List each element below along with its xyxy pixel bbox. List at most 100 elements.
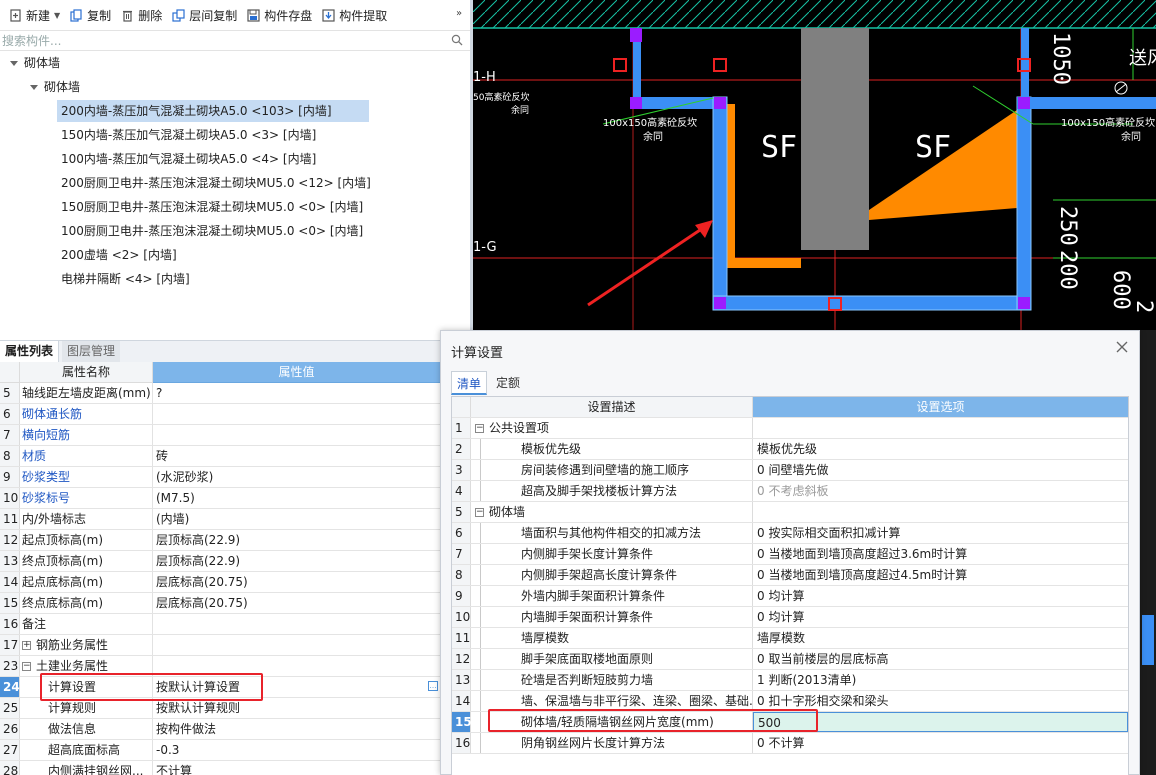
delete-button[interactable]: 删除 xyxy=(116,3,167,27)
cad-text-send: 送风 xyxy=(1129,48,1156,69)
table-row[interactable]: 3 房间装修遇到间壁墙的施工顺序 0 间壁墙先做 xyxy=(452,460,1128,481)
collapse-minus-icon[interactable]: − xyxy=(475,508,484,517)
table-row[interactable]: 26 做法信息 按构件做法 xyxy=(0,719,440,740)
floor-copy-icon xyxy=(172,8,185,22)
table-row[interactable]: 6 墙面积与其他构件相交的扣减方法 0 按实际相交面积扣减计算 xyxy=(452,523,1128,544)
dim-600: 600 xyxy=(1108,270,1133,310)
table-row[interactable]: 16 备注 xyxy=(0,614,440,635)
tree-item[interactable]: 电梯井隔断 <4> [内墙] xyxy=(61,268,190,290)
expand-caret-icon[interactable] xyxy=(10,61,18,66)
table-row[interactable]: 12 脚手架底面取楼地面原则 0 取当前楼层的层底标高 xyxy=(452,649,1128,670)
close-icon[interactable] xyxy=(1115,340,1129,354)
canvas-scrollbar[interactable] xyxy=(1140,330,1156,775)
col-header-value: 属性值 xyxy=(153,362,440,383)
table-row[interactable]: 13 砼墙是否判断短肢剪力墙 1 判断(2013清单) xyxy=(452,670,1128,691)
ellipsis-button-icon[interactable]: … xyxy=(428,681,438,691)
new-label: 新建 xyxy=(26,8,51,23)
tree-item[interactable]: 100厨厕卫电井-蒸压泡沫混凝土砌块MU5.0 <0> [内墙] xyxy=(61,220,363,242)
table-row[interactable]: 27 超高底面标高 -0.3 xyxy=(0,740,440,761)
dim-250: 250 xyxy=(1055,206,1080,246)
table-row[interactable]: 2 模板优先级 模板优先级 xyxy=(452,439,1128,460)
collapse-minus-icon[interactable]: − xyxy=(22,662,31,671)
table-row[interactable]: 12 起点顶标高(m) 层顶标高(22.9) xyxy=(0,530,440,551)
table-row[interactable]: 15 终点底标高(m) 层底标高(20.75) xyxy=(0,593,440,614)
copy-button[interactable]: 复制 xyxy=(65,3,116,27)
table-row[interactable]: 11 墙厚模数 墙厚模数 xyxy=(452,628,1128,649)
table-row[interactable]: 10 砂浆标号 (M7.5) xyxy=(0,488,440,509)
settings-table-header: 设置描述 设置选项 xyxy=(452,397,1128,418)
search-bar xyxy=(0,31,470,51)
extract-component-button[interactable]: 构件提取 xyxy=(317,3,392,27)
save-component-button[interactable]: 构件存盘 xyxy=(242,3,317,27)
app-window: 新建 ▼ 复制 删除 层间复制 构件存盘 构件提取 » 砌体墙 砌体 xyxy=(0,0,1156,775)
tab-layer-manager[interactable]: 图层管理 xyxy=(62,341,121,363)
property-table: 5 轴线距左墙皮距离(mm)? 6 砌体通长筋 7 横向短筋 8 材质砖 9 砂浆类型 (水… xyxy=(0,383,440,775)
search-icon[interactable] xyxy=(451,34,463,46)
red-arrow-icon xyxy=(695,220,713,238)
tab-bill[interactable]: 清单 xyxy=(451,371,488,395)
axis-label-g: 1-G xyxy=(473,240,497,255)
tree-item[interactable]: 150内墙-蒸压加气混凝土砌块A5.0 <3> [内墙] xyxy=(61,124,316,146)
tree-item[interactable]: 200内墙-蒸压加气混凝土砌块A5.0 <103> [内墙] xyxy=(57,100,369,122)
tree-root-masonry-wall[interactable]: 砌体墙 xyxy=(10,52,60,74)
tree-child-masonry-wall[interactable]: 砌体墙 xyxy=(30,76,80,98)
tree-item[interactable]: 100内墙-蒸压加气混凝土砌块A5.0 <4> [内墙] xyxy=(61,148,316,170)
hatch-strip xyxy=(473,0,1156,28)
table-row[interactable]: 4 超高及脚手架找楼板计算方法 0 不考虑斜板 xyxy=(452,481,1128,502)
highlight-box-mesh-width xyxy=(488,709,818,732)
floor-copy-label: 层间复制 xyxy=(189,8,238,23)
table-row[interactable]: 9 外墙内脚手架面积计算条件 0 均计算 xyxy=(452,586,1128,607)
table-row[interactable]: 6 砌体通长筋 xyxy=(0,404,440,425)
table-row[interactable]: 16 阴角钢丝网片长度计算方法 0 不计算 xyxy=(452,733,1128,754)
cad-note-left: 100x150高素砼反坎 余同 xyxy=(603,118,698,143)
tab-quota[interactable]: 定额 xyxy=(491,371,525,395)
dialog-tabs: 清单 定额 xyxy=(451,371,1131,395)
cad-note-top: 50高素砼反坎 余同 xyxy=(473,93,530,116)
table-row[interactable]: 7 横向短筋 xyxy=(0,425,440,446)
table-row[interactable]: 25 计算规则 按默认计算规则 xyxy=(0,698,440,719)
tree-item[interactable]: 150厨厕卫电井-蒸压泡沫混凝土砌块MU5.0 <0> [内墙] xyxy=(61,196,363,218)
col-header-desc: 设置描述 xyxy=(471,397,753,417)
cad-drawing-canvas[interactable]: 1-H 1-G SF SF 50高素砼反坎 余同 100x150高素砼反坎 余同 1… xyxy=(473,0,1156,330)
save-icon xyxy=(247,8,260,22)
table-row[interactable]: 28 内侧满挂钢丝网... 不计算 xyxy=(0,761,440,775)
sf-label-right: SF xyxy=(915,130,952,165)
table-row[interactable]: 5− 砌体墙 xyxy=(452,502,1128,523)
expand-caret-icon[interactable] xyxy=(30,85,38,90)
table-row[interactable]: 14 起点底标高(m) 层底标高(20.75) xyxy=(0,572,440,593)
table-row[interactable]: 7 内侧脚手架长度计算条件 0 当楼地面到墙顶高度超过3.6m时计算 xyxy=(452,544,1128,565)
col-header-name: 属性名称 xyxy=(20,362,153,383)
tree-item[interactable]: 200虚墙 <2> [内墙] xyxy=(61,244,177,266)
expand-plus-icon[interactable]: + xyxy=(22,641,31,650)
table-row[interactable]: 13 终点顶标高(m) 层顶标高(22.9) xyxy=(0,551,440,572)
orange-fill-left xyxy=(727,104,801,268)
dim-2: 2 xyxy=(1131,300,1156,314)
extract-icon xyxy=(322,8,335,22)
table-row[interactable]: 1− 公共设置项 xyxy=(452,418,1128,439)
tab-property-list[interactable]: 属性列表 xyxy=(0,341,60,363)
tree-item[interactable]: 200厨厕卫电井-蒸压泡沫混凝土砌块MU5.0 <12> [内墙] xyxy=(61,172,371,194)
sf-label-left: SF xyxy=(761,130,798,165)
copy-label: 复制 xyxy=(87,8,112,23)
search-input[interactable] xyxy=(0,31,440,50)
extract-label: 构件提取 xyxy=(339,8,388,23)
toolbar-more-icon[interactable]: » xyxy=(456,8,462,19)
table-row[interactable]: 8 内侧脚手架超高长度计算条件 0 当楼地面到墙顶高度超过4.5m时计算 xyxy=(452,565,1128,586)
save-label: 构件存盘 xyxy=(264,8,313,23)
new-dropdown-arrow-icon[interactable]: ▼ xyxy=(54,11,60,20)
dim-1050: 1050 xyxy=(1048,32,1073,85)
floor-copy-button[interactable]: 层间复制 xyxy=(167,3,242,27)
table-row[interactable]: 10 内墙脚手架面积计算条件 0 均计算 xyxy=(452,607,1128,628)
col-header-option: 设置选项 xyxy=(753,397,1128,417)
table-row[interactable]: 17 + 钢筋业务属性 xyxy=(0,635,440,656)
collapse-minus-icon[interactable]: − xyxy=(475,424,484,433)
table-row[interactable]: 8 材质砖 xyxy=(0,446,440,467)
new-button[interactable]: 新建 ▼ xyxy=(4,3,65,27)
delete-icon xyxy=(121,9,134,22)
table-row[interactable]: 9 砂浆类型 (水泥砂浆) xyxy=(0,467,440,488)
dim-200: 200 xyxy=(1055,250,1080,290)
table-row[interactable]: 11 内/外墙标志 (内墙) xyxy=(0,509,440,530)
new-icon xyxy=(9,8,22,22)
highlight-box-calc-setting xyxy=(40,673,263,701)
table-row[interactable]: 5 轴线距左墙皮距离(mm)? xyxy=(0,383,440,404)
